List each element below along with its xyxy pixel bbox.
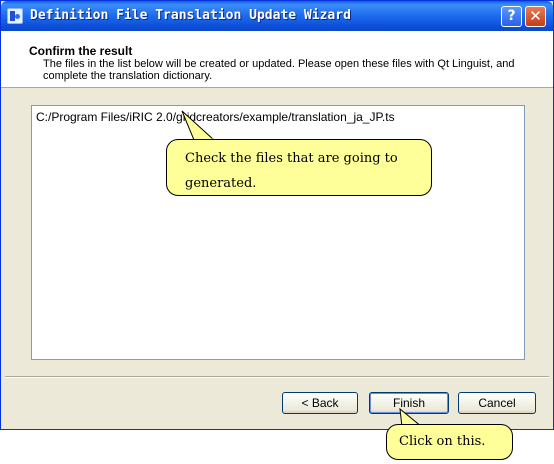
wizard-window: Definition File Translation Update Wizar… — [0, 0, 554, 430]
close-button[interactable]: ✕ — [525, 6, 546, 27]
back-button[interactable]: < Back — [282, 392, 358, 414]
iric-app-icon — [7, 8, 23, 24]
cancel-button[interactable]: Cancel — [458, 392, 536, 414]
callout-check-files-text: Check the files that are going to genera… — [185, 151, 398, 191]
callout-check-files: Check the files that are going to genera… — [166, 139, 432, 196]
divider — [5, 376, 549, 378]
callout-click-finish: Click on this. — [386, 424, 513, 460]
page-description: The files in the list below will be crea… — [43, 58, 515, 82]
callout-1-tail — [181, 110, 216, 142]
help-button[interactable]: ? — [501, 6, 522, 27]
window-title: Definition File Translation Update Wizar… — [30, 8, 351, 23]
page-title: Confirm the result — [29, 44, 133, 58]
title-bar[interactable]: Definition File Translation Update Wizar… — [1, 1, 553, 31]
wizard-header: Confirm the result The files in the list… — [1, 31, 553, 88]
callout-click-finish-text: Click on this. — [399, 434, 486, 449]
